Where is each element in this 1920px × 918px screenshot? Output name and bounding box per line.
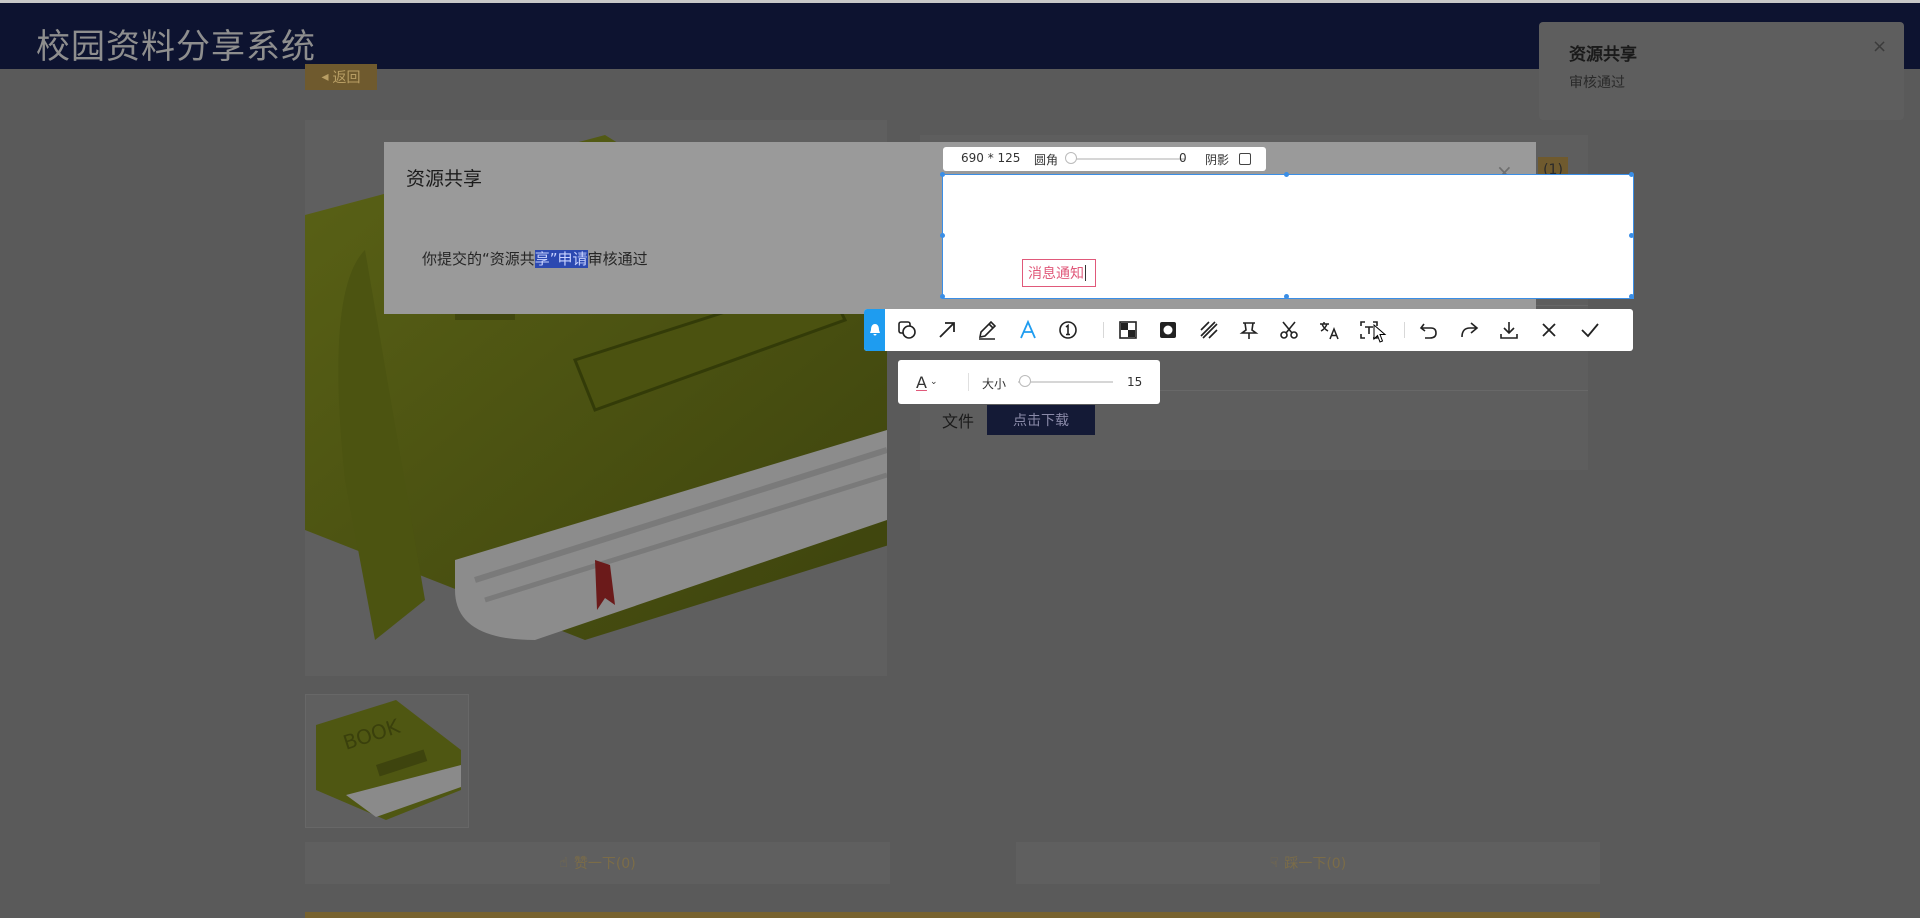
number-icon[interactable] — [1056, 318, 1080, 342]
radius-slider-handle[interactable] — [1065, 152, 1077, 164]
back-label: 返回 — [332, 70, 361, 86]
footer-strip — [305, 912, 1600, 918]
toast-message: 审核通过 — [1569, 75, 1625, 91]
text-style-popup: A ⌄ 大小 15 — [898, 360, 1160, 404]
arrow-icon[interactable] — [935, 318, 959, 342]
shadow-checkbox[interactable] — [1239, 153, 1251, 165]
annotation-text: 消息通知 — [1028, 266, 1084, 282]
like-button[interactable]: ☝ 赞一下(0) — [305, 842, 890, 884]
capture-size-bar: 690 * 125 圆角 0 阴影 — [943, 147, 1266, 171]
dialog-message-selected: 享”申请 — [534, 250, 588, 268]
thumbs-up-icon: ☝ — [559, 855, 568, 871]
resize-handle[interactable] — [940, 172, 945, 177]
dialog-message-end: 审核通过 — [587, 250, 648, 268]
dialog-title: 资源共享 — [406, 168, 483, 190]
font-size-label: 大小 — [982, 377, 1007, 391]
options-separator — [968, 373, 969, 391]
resize-handle[interactable] — [940, 294, 945, 299]
text-color-glyph: A — [916, 372, 927, 392]
annotation-toolbar — [864, 309, 1633, 351]
resize-handle[interactable] — [1284, 172, 1289, 177]
chevron-down-icon: ⌄ — [929, 377, 938, 387]
capture-dimensions: 690 * 125 — [961, 151, 1021, 165]
hatch-icon[interactable] — [1197, 318, 1221, 342]
resize-handle[interactable] — [1629, 294, 1634, 299]
font-size-value: 15 — [1127, 375, 1143, 389]
radius-slider-track[interactable] — [1071, 158, 1185, 160]
text-color-picker[interactable]: A ⌄ — [916, 370, 946, 394]
dialog-message: 你提交的“资源共享”申请审核通过 — [422, 248, 648, 269]
resize-handle[interactable] — [1629, 172, 1634, 177]
mouse-pointer-icon — [1373, 324, 1387, 343]
resize-handle[interactable] — [940, 233, 945, 238]
radius-label: 圆角 — [1034, 153, 1059, 167]
annotation-text-box[interactable]: 消息通知 — [1022, 259, 1096, 287]
download-icon[interactable] — [1497, 318, 1521, 342]
close-icon[interactable] — [1537, 318, 1561, 342]
mosaic-icon[interactable] — [1116, 318, 1140, 342]
cut-icon[interactable] — [1277, 318, 1301, 342]
text-icon[interactable] — [1016, 318, 1040, 342]
radius-value: 0 — [1179, 151, 1187, 165]
toolbar-separator — [1103, 322, 1104, 338]
pen-icon[interactable] — [975, 318, 999, 342]
toast-title: 资源共享 — [1569, 45, 1637, 65]
dislike-label: 踩一下(0) — [1284, 856, 1347, 872]
text-caret — [1085, 265, 1086, 281]
thumbs-down-icon: ☟ — [1269, 855, 1279, 871]
file-label: 文件 — [942, 412, 975, 431]
toolbar-separator — [1404, 322, 1405, 338]
confirm-icon[interactable] — [1578, 318, 1602, 342]
resize-handle[interactable] — [1629, 233, 1634, 238]
toast-notification: 资源共享 审核通过 × — [1539, 22, 1904, 120]
back-button[interactable]: ◂ 返回 — [305, 64, 377, 90]
translate-icon[interactable] — [1317, 318, 1341, 342]
pin-icon[interactable] — [1237, 318, 1261, 342]
shadow-label: 阴影 — [1205, 153, 1230, 167]
pin-toolbar-button[interactable] — [864, 309, 885, 351]
download-button[interactable]: 点击下载 — [987, 405, 1095, 435]
dialog-message-start: 你提交的“资源共 — [422, 250, 535, 268]
book-thumbnail[interactable]: BOOK — [305, 694, 469, 828]
toast-close-icon[interactable]: × — [1872, 36, 1887, 57]
resize-handle[interactable] — [1284, 294, 1289, 299]
font-size-slider-handle[interactable] — [1019, 375, 1031, 387]
redo-icon[interactable] — [1457, 318, 1481, 342]
blur-icon[interactable] — [1156, 318, 1180, 342]
shape-icon[interactable] — [895, 318, 919, 342]
undo-icon[interactable] — [1417, 318, 1441, 342]
site-title: 校园资料分享系统 — [36, 27, 316, 67]
like-label: 赞一下(0) — [573, 856, 636, 872]
dislike-button[interactable]: ☟ 踩一下(0) — [1016, 842, 1600, 884]
bell-icon — [869, 324, 880, 336]
font-size-slider-track[interactable] — [1018, 381, 1113, 383]
caret-left-icon: ◂ — [321, 69, 329, 85]
